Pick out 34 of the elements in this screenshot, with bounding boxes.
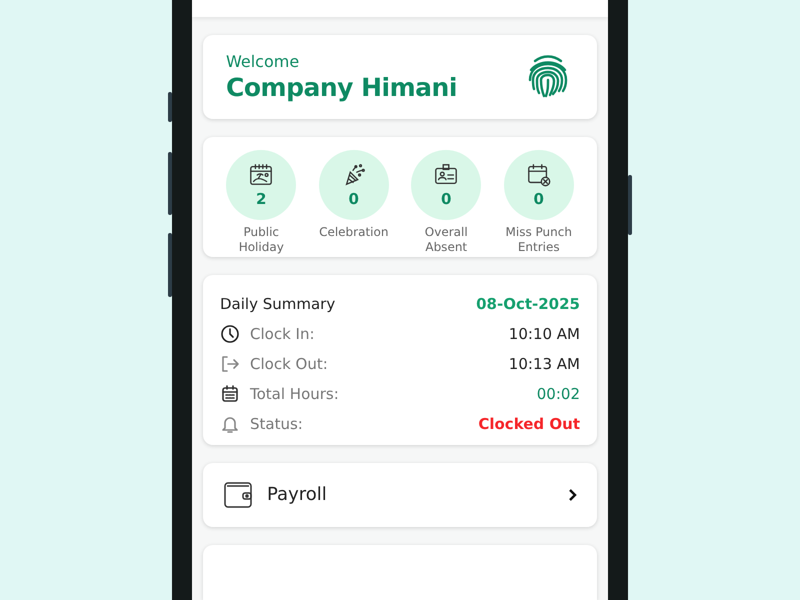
summary-label: Clock In: (250, 324, 315, 343)
summary-date: 08-Oct-2025 (476, 294, 580, 313)
user-name: Company Himani (226, 72, 457, 102)
calendar-beach-icon (248, 162, 274, 188)
stat-label: Celebration (318, 224, 390, 240)
stat-circle[interactable]: 2 (226, 150, 296, 220)
stat-count: 0 (534, 190, 544, 208)
menu-label: Payroll (267, 484, 327, 506)
menu-item[interactable]: Payroll (203, 462, 597, 527)
summary-value: Clocked Out (478, 414, 580, 433)
stat-label: Public Holiday (238, 224, 285, 255)
chevron-right-icon (567, 488, 577, 502)
summary-label: Status: (250, 414, 303, 433)
wallet-icon (223, 480, 253, 509)
stat-circle[interactable]: 0 (411, 150, 482, 220)
summary-label: Total Hours: (250, 384, 339, 403)
summary-value: 10:10 AM (508, 324, 580, 343)
stat-count: 2 (256, 190, 266, 208)
exit-arrow-icon (220, 354, 240, 374)
calendar-cross-icon (526, 162, 552, 188)
fingerprint-icon[interactable] (527, 54, 569, 100)
calendar-icon (220, 384, 240, 404)
summary-value: 10:13 AM (508, 354, 580, 373)
stat-circle[interactable]: 0 (318, 150, 389, 220)
stat-label: Overall Absent (424, 224, 469, 255)
clock-icon (220, 324, 240, 344)
summary-value: 00:02 (536, 384, 580, 403)
welcome-text: Welcome (226, 52, 300, 71)
summary-label: Clock Out: (250, 354, 328, 373)
stat-circle[interactable]: 0 (504, 150, 574, 220)
stat-count: 0 (348, 190, 359, 208)
stat-label: Miss Punch Entries (504, 224, 573, 255)
stat-count: 0 (441, 190, 452, 208)
summary-title: Daily Summary (220, 294, 336, 313)
